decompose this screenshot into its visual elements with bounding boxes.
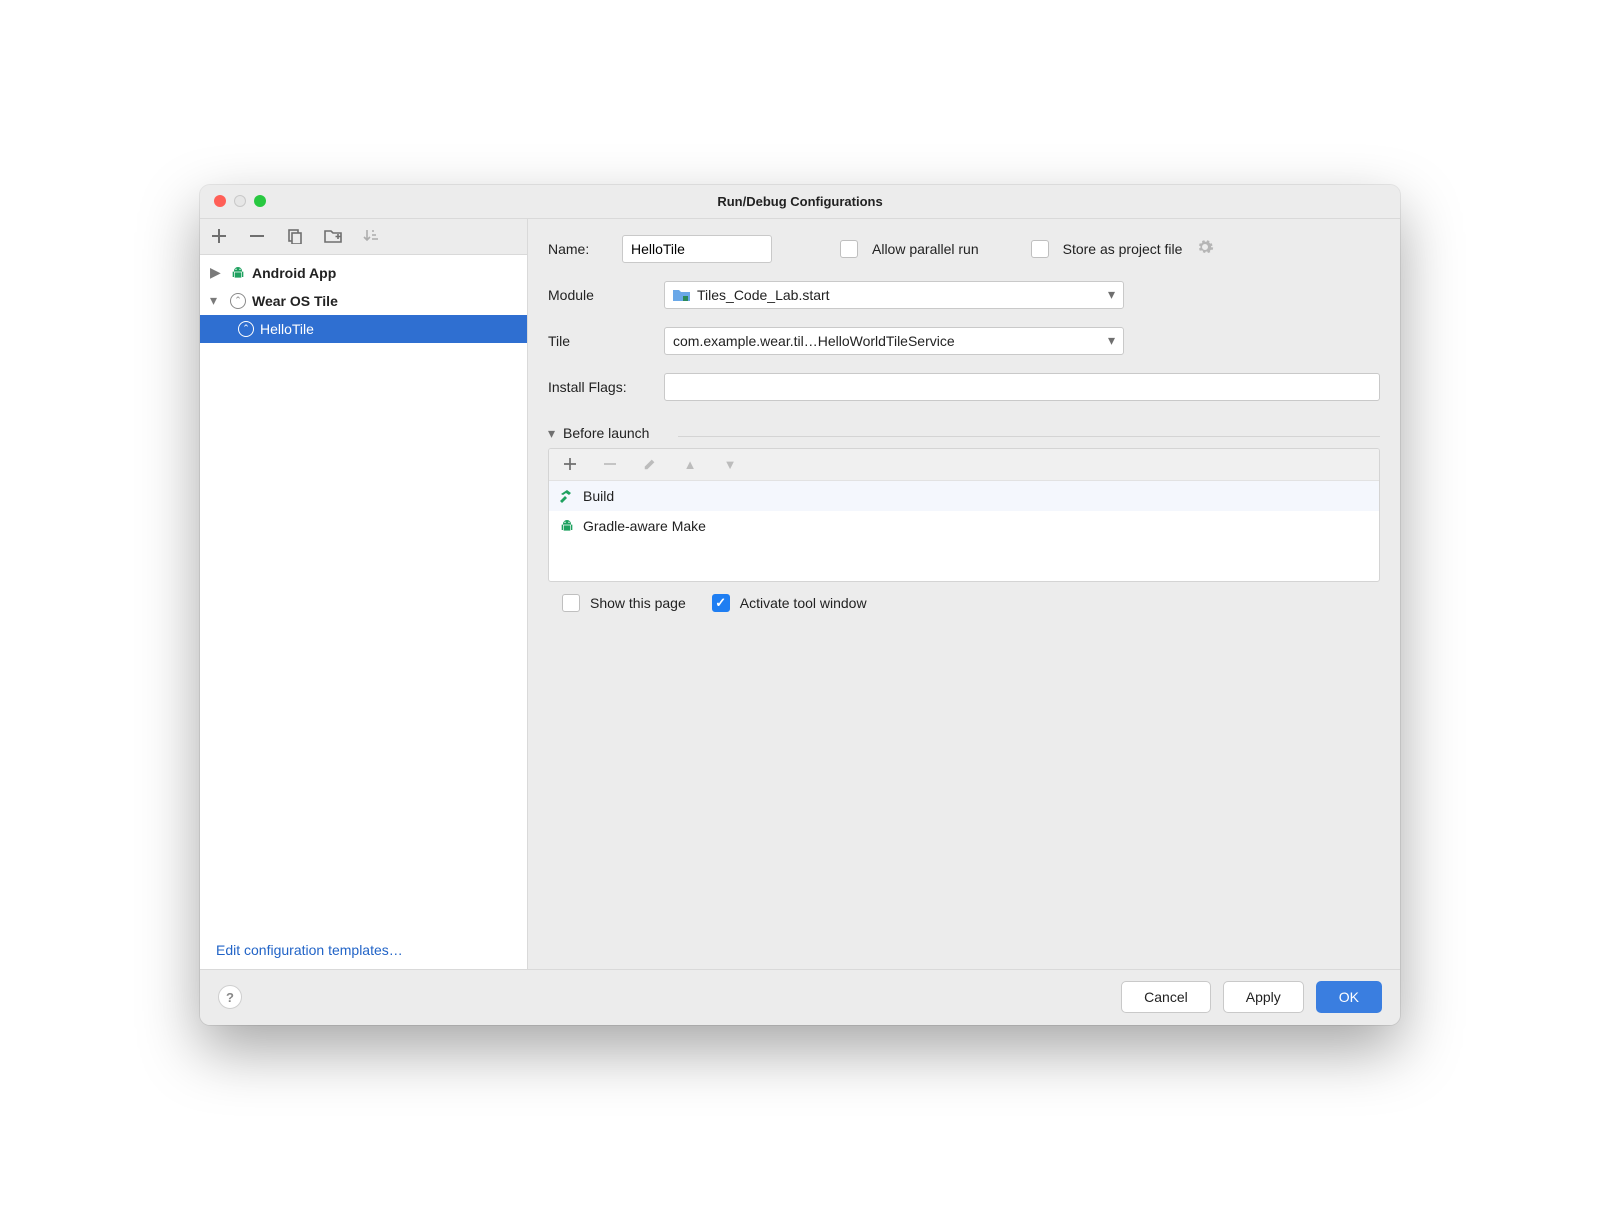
edit-templates-link[interactable]: Edit configuration templates… bbox=[216, 942, 403, 958]
activate-tool-window-checkbox[interactable] bbox=[712, 594, 730, 612]
move-up-icon[interactable]: ▲ bbox=[681, 455, 699, 473]
chevron-down-icon: ▾ bbox=[548, 425, 555, 442]
tile-label: Tile bbox=[548, 333, 650, 349]
list-item[interactable]: Build bbox=[549, 481, 1379, 511]
before-launch-list: ▲ ▼ Build bbox=[548, 448, 1380, 582]
row-tile: Tile com.example.wear.til…HelloWorldTile… bbox=[548, 327, 1380, 355]
edit-task-icon[interactable] bbox=[641, 455, 659, 473]
row-module: Module Tiles_Code_Lab.start ▾ bbox=[548, 281, 1380, 309]
add-task-icon[interactable] bbox=[561, 455, 579, 473]
before-launch-options: Show this page Activate tool window bbox=[548, 594, 1380, 612]
allow-parallel-checkbox[interactable] bbox=[840, 240, 858, 258]
hammer-icon bbox=[559, 488, 575, 504]
name-label: Name: bbox=[548, 241, 608, 257]
titlebar: Run/Debug Configurations bbox=[200, 185, 1400, 219]
add-config-icon[interactable] bbox=[210, 227, 228, 245]
apply-button[interactable]: Apply bbox=[1223, 981, 1304, 1013]
config-panel: Name: Allow parallel run Store as projec… bbox=[528, 219, 1400, 969]
list-item-label: Build bbox=[583, 488, 614, 504]
dialog-body: ▶ Android App ▾ ⌃ Wear OS Tile ⌃ HelloTi… bbox=[200, 219, 1400, 969]
tile-select[interactable]: com.example.wear.til…HelloWorldTileServi… bbox=[664, 327, 1124, 355]
row-name: Name: Allow parallel run Store as projec… bbox=[548, 235, 1380, 263]
wear-icon: ⌃ bbox=[238, 321, 254, 337]
module-select[interactable]: Tiles_Code_Lab.start ▾ bbox=[664, 281, 1124, 309]
wear-icon: ⌃ bbox=[230, 293, 246, 309]
chevron-down-icon: ▾ bbox=[1108, 286, 1115, 303]
android-icon bbox=[559, 518, 575, 534]
before-launch-items: Build Gradle-aware Make bbox=[549, 481, 1379, 581]
name-input[interactable] bbox=[622, 235, 772, 263]
configurations-tree: ▶ Android App ▾ ⌃ Wear OS Tile ⌃ HelloTi… bbox=[200, 255, 527, 931]
before-launch-header[interactable]: ▾ Before launch bbox=[548, 425, 1380, 448]
help-icon[interactable]: ? bbox=[218, 985, 242, 1009]
close-window-icon[interactable] bbox=[214, 195, 226, 207]
folder-config-icon[interactable] bbox=[324, 227, 342, 245]
module-value: Tiles_Code_Lab.start bbox=[697, 287, 1100, 303]
list-item-label: Gradle-aware Make bbox=[583, 518, 706, 534]
tree-node-hellotile[interactable]: ⌃ HelloTile bbox=[200, 315, 527, 343]
cancel-button[interactable]: Cancel bbox=[1121, 981, 1211, 1013]
remove-task-icon[interactable] bbox=[601, 455, 619, 473]
show-this-page-checkbox[interactable] bbox=[562, 594, 580, 612]
chevron-down-icon: ▾ bbox=[1108, 332, 1115, 349]
zoom-window-icon[interactable] bbox=[254, 195, 266, 207]
store-project-label: Store as project file bbox=[1063, 241, 1183, 257]
chevron-down-icon: ▾ bbox=[210, 292, 224, 309]
list-item[interactable]: Gradle-aware Make bbox=[549, 511, 1379, 541]
remove-config-icon[interactable] bbox=[248, 227, 266, 245]
tree-node-label: HelloTile bbox=[260, 321, 314, 337]
minimize-window-icon[interactable] bbox=[234, 195, 246, 207]
show-this-page-label: Show this page bbox=[590, 595, 686, 611]
store-project-checkbox[interactable] bbox=[1031, 240, 1049, 258]
before-launch-title: Before launch bbox=[563, 425, 649, 441]
dialog-window: Run/Debug Configurations ▶ Android App bbox=[200, 185, 1400, 1025]
android-icon bbox=[230, 265, 246, 281]
sidebar-toolbar bbox=[200, 219, 527, 255]
module-label: Module bbox=[548, 287, 650, 303]
configurations-sidebar: ▶ Android App ▾ ⌃ Wear OS Tile ⌃ HelloTi… bbox=[200, 219, 528, 969]
before-launch-toolbar: ▲ ▼ bbox=[549, 449, 1379, 481]
install-flags-label: Install Flags: bbox=[548, 379, 650, 395]
allow-parallel-label: Allow parallel run bbox=[872, 241, 979, 257]
install-flags-input[interactable] bbox=[664, 373, 1380, 401]
ok-button[interactable]: OK bbox=[1316, 981, 1382, 1013]
window-controls bbox=[214, 195, 266, 207]
before-launch-section: ▾ Before launch ▲ ▼ bbox=[548, 425, 1380, 612]
folder-icon bbox=[673, 288, 689, 302]
window-title: Run/Debug Configurations bbox=[717, 194, 882, 209]
move-down-icon[interactable]: ▼ bbox=[721, 455, 739, 473]
sort-config-icon[interactable] bbox=[362, 227, 380, 245]
chevron-right-icon: ▶ bbox=[210, 264, 224, 281]
activate-tool-window-label: Activate tool window bbox=[740, 595, 867, 611]
tree-node-android-app[interactable]: ▶ Android App bbox=[200, 259, 527, 287]
tree-node-wear-os-tile[interactable]: ▾ ⌃ Wear OS Tile bbox=[200, 287, 527, 315]
tree-node-label: Android App bbox=[252, 265, 336, 281]
row-install-flags: Install Flags: bbox=[548, 373, 1380, 401]
sidebar-footer: Edit configuration templates… bbox=[200, 931, 527, 969]
gear-icon[interactable] bbox=[1196, 238, 1214, 259]
tile-value: com.example.wear.til…HelloWorldTileServi… bbox=[673, 333, 1100, 349]
dialog-footer: ? Cancel Apply OK bbox=[200, 969, 1400, 1025]
tree-node-label: Wear OS Tile bbox=[252, 293, 338, 309]
copy-config-icon[interactable] bbox=[286, 227, 304, 245]
